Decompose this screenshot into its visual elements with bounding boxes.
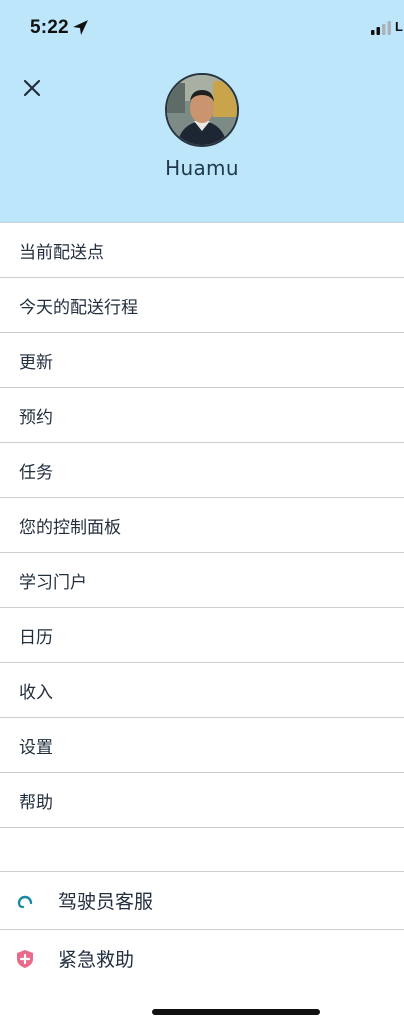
drawer-footer: 驾驶员客服 紧急救助: [0, 871, 404, 987]
menu-item-settings[interactable]: 设置: [0, 718, 404, 773]
emergency-assist-button[interactable]: 紧急救助: [0, 930, 404, 987]
status-bar: 5:22 L: [0, 0, 404, 56]
menu-item-tasks[interactable]: 任务: [0, 443, 404, 498]
username: Huamu: [165, 156, 239, 180]
menu-item-learning-portal[interactable]: 学习门户: [0, 553, 404, 608]
close-button[interactable]: [18, 74, 46, 102]
profile-photo: [167, 75, 237, 145]
drawer-header: 5:22 L Huamu: [0, 0, 404, 223]
menu-item-help[interactable]: 帮助: [0, 773, 404, 828]
home-indicator[interactable]: [152, 1009, 320, 1015]
menu-item-updates[interactable]: 更新: [0, 333, 404, 388]
emergency-assist-label: 紧急救助: [58, 949, 135, 971]
menu-item-dashboard[interactable]: 您的控制面板: [0, 498, 404, 553]
avatar[interactable]: [165, 73, 239, 147]
status-time: 5:22: [30, 17, 69, 38]
menu-item-today-itinerary[interactable]: 今天的配送行程: [0, 278, 404, 333]
carrier-label: L: [395, 19, 403, 34]
menu-item-current-stop[interactable]: 当前配送点: [0, 223, 404, 278]
driver-support-label: 驾驶员客服: [58, 891, 154, 913]
headset-icon: [15, 891, 35, 911]
cellular-signal-icon: [371, 21, 391, 35]
menu-item-earnings[interactable]: 收入: [0, 663, 404, 718]
nav-menu: 当前配送点 今天的配送行程 更新 预约 任务 您的控制面板 学习门户 日历 收入…: [0, 223, 404, 828]
driver-support-button[interactable]: 驾驶员客服: [0, 872, 404, 930]
menu-item-schedule[interactable]: 预约: [0, 388, 404, 443]
close-icon: [23, 79, 41, 97]
menu-item-calendar[interactable]: 日历: [0, 608, 404, 663]
location-arrow-icon: [73, 20, 88, 35]
shield-plus-icon: [15, 949, 35, 969]
